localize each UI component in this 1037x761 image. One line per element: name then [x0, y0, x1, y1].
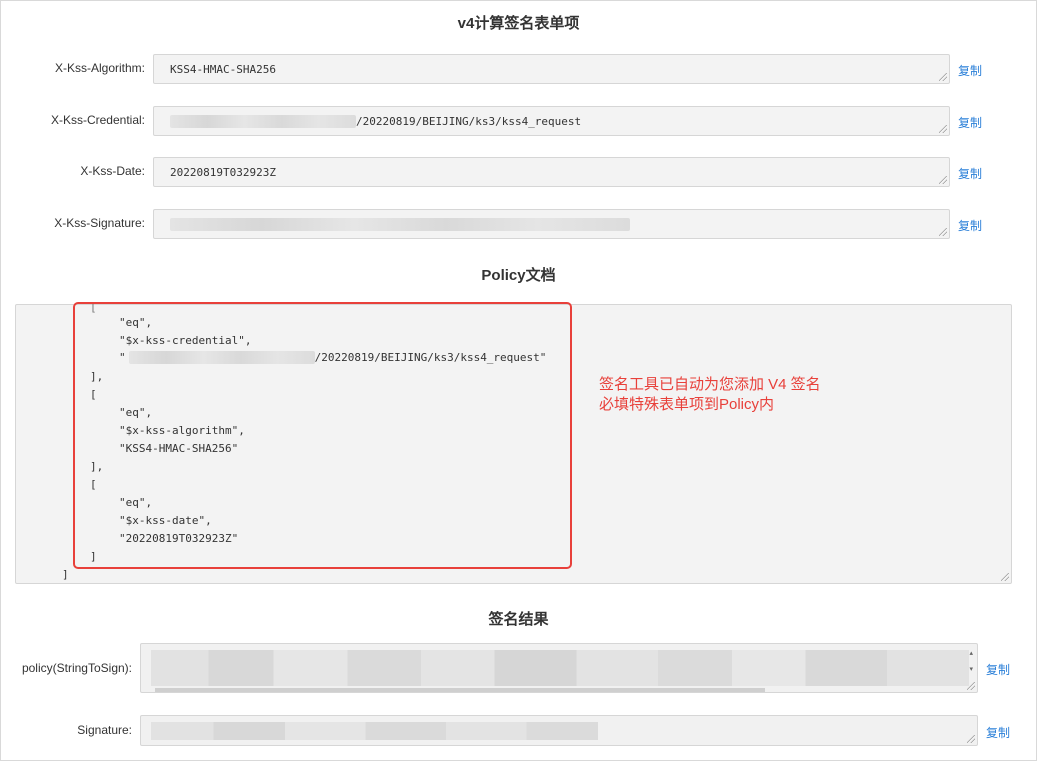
resize-handle-icon[interactable] — [939, 228, 947, 236]
signature-field[interactable] — [153, 209, 950, 239]
copy-date-button[interactable]: 复制 — [958, 165, 982, 182]
annotation-text-line-1: 签名工具已自动为您添加 V4 签名 — [599, 376, 821, 393]
result-section-title: 签名结果 — [488, 611, 549, 628]
date-field[interactable]: 20220819T032923Z — [153, 157, 950, 187]
copy-credential-button[interactable]: 复制 — [958, 114, 982, 131]
resize-handle-icon[interactable] — [939, 176, 947, 184]
redacted-block — [151, 722, 598, 740]
copy-policy-button[interactable]: 复制 — [986, 661, 1010, 678]
resize-handle-icon[interactable] — [939, 125, 947, 133]
annotation-text-line-2: 必填特殊表单项到Policy内 — [599, 396, 775, 413]
redacted-block — [170, 217, 630, 231]
credential-field[interactable]: /20220819/BEIJING/ks3/kss4_request — [153, 106, 950, 136]
policy-string-to-sign-field[interactable]: ▴ ▾ — [140, 643, 978, 693]
signature-label: X-Kss-Signature: — [54, 216, 145, 230]
code-line: ] — [62, 568, 69, 581]
policy-section-title: Policy文档 — [481, 267, 556, 284]
date-label: X-Kss-Date: — [80, 164, 145, 178]
algorithm-value: KSS4-HMAC-SHA256 — [170, 62, 276, 76]
redacted-block — [151, 650, 969, 686]
highlight-box — [73, 302, 572, 569]
copy-result-signature-button[interactable]: 复制 — [986, 724, 1010, 741]
result-signature-field[interactable] — [140, 715, 978, 746]
scrollbar-arrows-icon[interactable]: ▴ ▾ — [969, 650, 973, 674]
resize-handle-icon[interactable] — [967, 682, 975, 690]
v4-section-title: v4计算签名表单项 — [457, 15, 580, 32]
algorithm-field[interactable]: KSS4-HMAC-SHA256 — [153, 54, 950, 84]
resize-handle-icon[interactable] — [939, 73, 947, 81]
result-signature-label: Signature: — [77, 723, 132, 737]
policy-string-to-sign-label: policy(StringToSign): — [21, 661, 132, 675]
algorithm-label: X-Kss-Algorithm: — [54, 61, 145, 75]
redacted-block — [155, 688, 765, 692]
resize-handle-icon[interactable] — [967, 735, 975, 743]
copy-signature-button[interactable]: 复制 — [958, 217, 982, 234]
redacted-block — [170, 114, 356, 128]
credential-label: X-Kss-Credential: — [50, 113, 145, 127]
copy-algorithm-button[interactable]: 复制 — [958, 62, 982, 79]
date-value: 20220819T032923Z — [170, 165, 276, 179]
resize-handle-icon[interactable] — [1001, 573, 1009, 581]
credential-value-suffix: /20220819/BEIJING/ks3/kss4_request — [356, 114, 582, 128]
